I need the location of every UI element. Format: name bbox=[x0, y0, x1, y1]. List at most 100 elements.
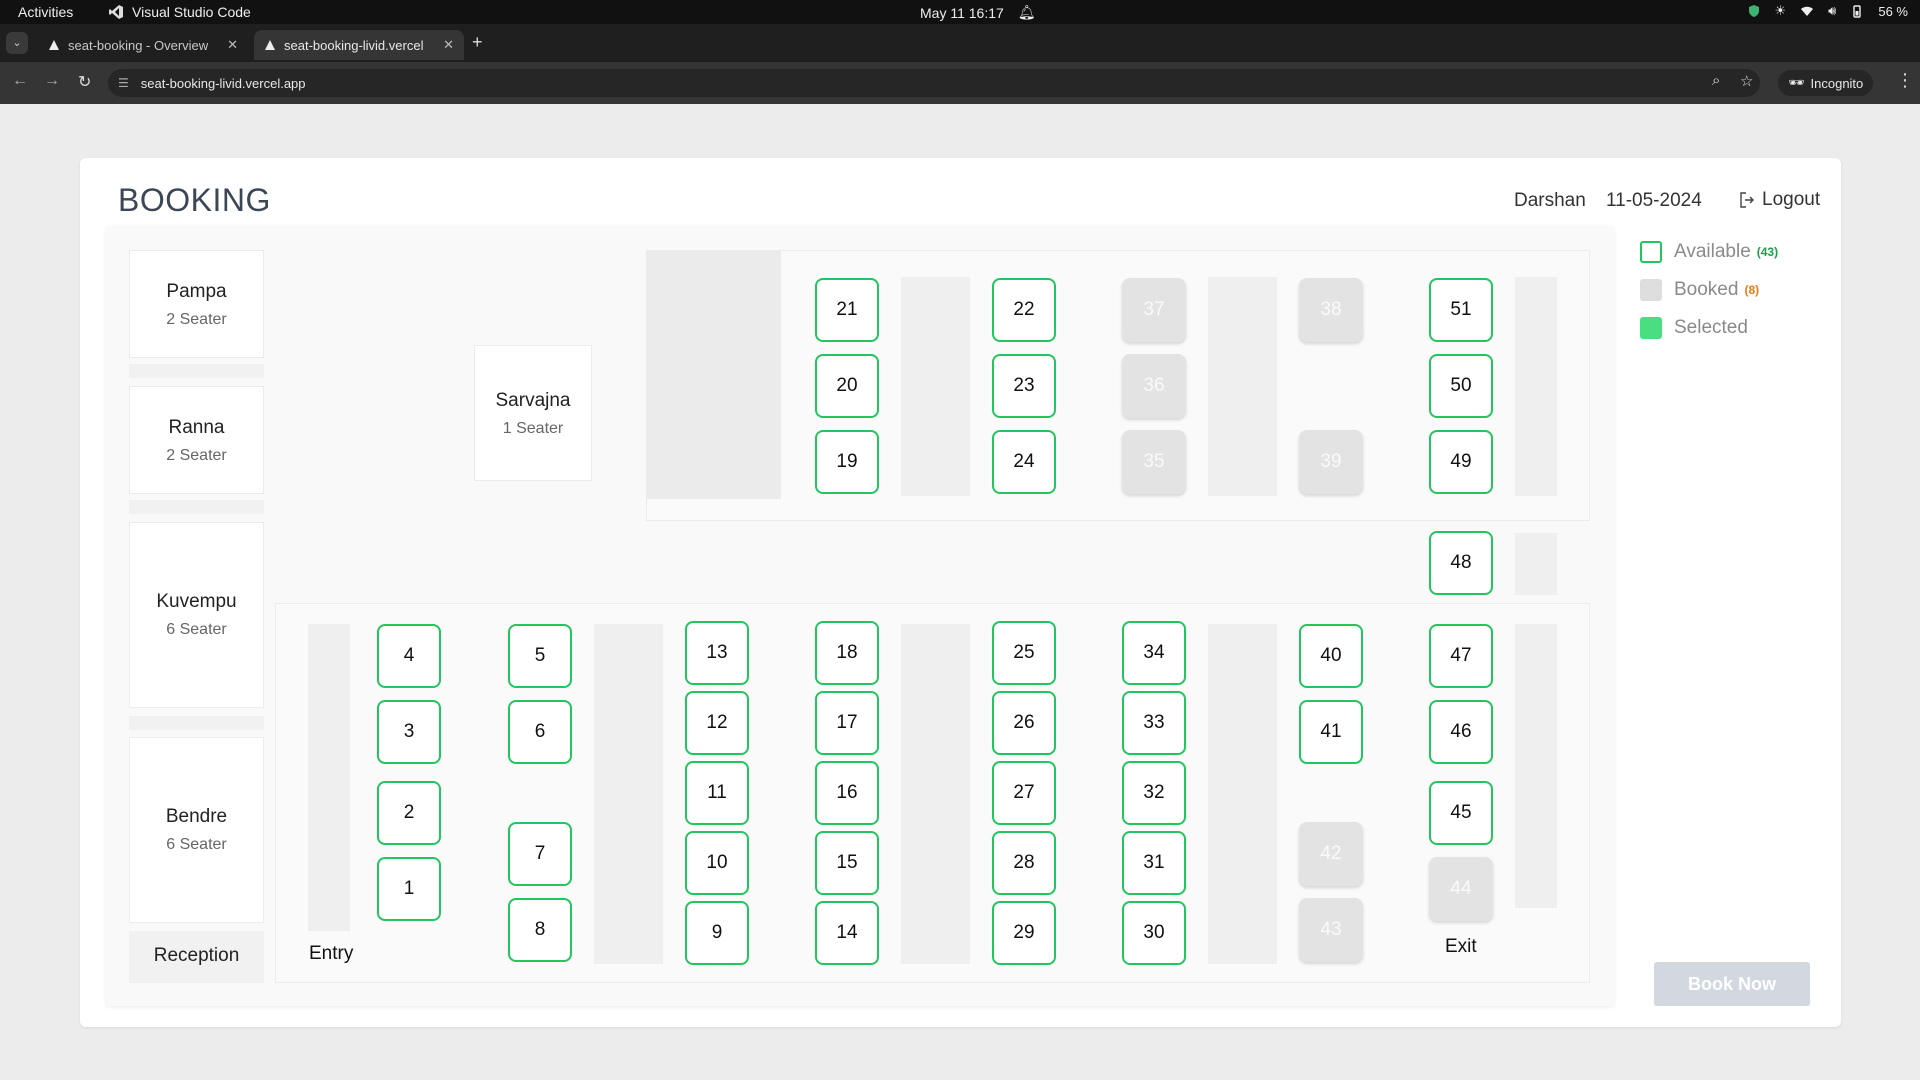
desk-strip bbox=[901, 624, 970, 964]
seat-27[interactable]: 27 bbox=[992, 761, 1056, 825]
tab-title: seat-booking-livid.vercel bbox=[284, 37, 424, 53]
zoom-icon[interactable]: ⌕ bbox=[1712, 72, 1720, 89]
seat-45[interactable]: 45 bbox=[1429, 781, 1493, 845]
seat-19[interactable]: 19 bbox=[815, 430, 879, 494]
room-kuvempu[interactable]: Kuvempu 6 Seater bbox=[129, 522, 264, 708]
seat-25[interactable]: 25 bbox=[992, 621, 1056, 685]
seat-46[interactable]: 46 bbox=[1429, 700, 1493, 764]
seat-13[interactable]: 13 bbox=[685, 621, 749, 685]
forward-arrow-icon[interactable]: → bbox=[44, 72, 60, 90]
seat-21[interactable]: 21 bbox=[815, 278, 879, 342]
tab-overview[interactable]: seat-booking - Overview ✕ bbox=[38, 30, 248, 60]
browser-menu-icon[interactable]: ⋮ bbox=[1896, 70, 1914, 91]
battery-level: 56 % bbox=[1878, 3, 1908, 19]
seat-47[interactable]: 47 bbox=[1429, 624, 1493, 688]
vercel-icon bbox=[265, 40, 275, 50]
booking-date[interactable]: 11-05-2024 bbox=[1606, 190, 1702, 212]
seat-33[interactable]: 33 bbox=[1122, 691, 1186, 755]
brightness-icon: ☀ bbox=[1774, 3, 1787, 18]
seat-16[interactable]: 16 bbox=[815, 761, 879, 825]
navigation-bar: ← → ↻ ☰ seat-booking-livid.vercel.app ⌕ … bbox=[0, 62, 1920, 104]
legend-booked: Booked (8) bbox=[1640, 279, 1759, 301]
seat-38: 38 bbox=[1299, 278, 1363, 342]
reload-icon[interactable]: ↻ bbox=[78, 72, 91, 92]
clock[interactable]: May 11 16:17 🔔︎ bbox=[920, 4, 1036, 21]
desk-strip bbox=[901, 277, 970, 496]
booked-swatch bbox=[1640, 279, 1662, 301]
seat-24[interactable]: 24 bbox=[992, 430, 1056, 494]
seat-8[interactable]: 8 bbox=[508, 898, 572, 962]
room-pampa[interactable]: Pampa 2 Seater bbox=[129, 250, 264, 358]
room-capacity: 2 Seater bbox=[166, 447, 227, 464]
seat-30[interactable]: 30 bbox=[1122, 901, 1186, 965]
divider bbox=[129, 716, 264, 730]
incognito-label: Incognito bbox=[1810, 75, 1864, 91]
reception: Reception bbox=[129, 931, 264, 983]
seat-4[interactable]: 4 bbox=[377, 624, 441, 688]
user-name: Darshan bbox=[1514, 190, 1586, 211]
exit-label: Exit bbox=[1445, 936, 1477, 957]
seat-28[interactable]: 28 bbox=[992, 831, 1056, 895]
active-app[interactable]: Visual Studio Code bbox=[108, 4, 251, 20]
seat-37: 37 bbox=[1122, 278, 1186, 342]
desk-strip bbox=[1208, 624, 1277, 964]
seat-11[interactable]: 11 bbox=[685, 761, 749, 825]
close-tab-icon[interactable]: ✕ bbox=[443, 37, 454, 53]
close-tab-icon[interactable]: ✕ bbox=[227, 37, 238, 53]
new-tab-plus-icon[interactable]: + bbox=[472, 32, 483, 53]
room-capacity: 6 Seater bbox=[166, 836, 227, 853]
seat-32[interactable]: 32 bbox=[1122, 761, 1186, 825]
room-bendre[interactable]: Bendre 6 Seater bbox=[129, 737, 264, 923]
seat-22[interactable]: 22 bbox=[992, 278, 1056, 342]
seat-2[interactable]: 2 bbox=[377, 781, 441, 845]
cabin-capacity: 1 Seater bbox=[502, 420, 564, 437]
seat-43: 43 bbox=[1299, 898, 1363, 962]
activities-button[interactable]: Activities bbox=[18, 4, 73, 20]
seat-14[interactable]: 14 bbox=[815, 901, 879, 965]
available-count: (43) bbox=[1756, 245, 1779, 259]
tab-seat-booking[interactable]: seat-booking-livid.vercel ✕ bbox=[254, 30, 464, 60]
seat-41[interactable]: 41 bbox=[1299, 700, 1363, 764]
seat-26[interactable]: 26 bbox=[992, 691, 1056, 755]
seat-44: 44 bbox=[1429, 857, 1493, 921]
seat-51[interactable]: 51 bbox=[1429, 278, 1493, 342]
seat-6[interactable]: 6 bbox=[508, 700, 572, 764]
seat-17[interactable]: 17 bbox=[815, 691, 879, 755]
seat-5[interactable]: 5 bbox=[508, 624, 572, 688]
battery-icon bbox=[1853, 5, 1862, 18]
seat-20[interactable]: 20 bbox=[815, 354, 879, 418]
tab-title: seat-booking - Overview bbox=[68, 37, 209, 53]
seat-3[interactable]: 3 bbox=[377, 700, 441, 764]
seat-40[interactable]: 40 bbox=[1299, 624, 1363, 688]
room-ranna[interactable]: Ranna 2 Seater bbox=[129, 386, 264, 494]
divider bbox=[129, 500, 264, 514]
seat-15[interactable]: 15 bbox=[815, 831, 879, 895]
incognito-badge[interactable]: 🕶︎ Incognito bbox=[1778, 70, 1874, 96]
seat-49[interactable]: 49 bbox=[1429, 430, 1493, 494]
seat-50[interactable]: 50 bbox=[1429, 354, 1493, 418]
back-arrow-icon[interactable]: ← bbox=[12, 72, 28, 90]
seat-10[interactable]: 10 bbox=[685, 831, 749, 895]
url-text: seat-booking-livid.vercel.app bbox=[140, 75, 306, 91]
room-name: Kuvempu bbox=[156, 591, 237, 612]
seat-48[interactable]: 48 bbox=[1429, 531, 1493, 595]
seat-29[interactable]: 29 bbox=[992, 901, 1056, 965]
tab-list-chevron-icon[interactable]: ⌄ bbox=[6, 32, 28, 54]
seat-9[interactable]: 9 bbox=[685, 901, 749, 965]
seat-39: 39 bbox=[1299, 430, 1363, 494]
cabin-sarvajna[interactable]: Sarvajna 1 Seater bbox=[474, 345, 592, 481]
seat-1[interactable]: 1 bbox=[377, 857, 441, 921]
seat-12[interactable]: 12 bbox=[685, 691, 749, 755]
seat-23[interactable]: 23 bbox=[992, 354, 1056, 418]
seat-34[interactable]: 34 bbox=[1122, 621, 1186, 685]
book-now-button[interactable]: Book Now bbox=[1654, 962, 1810, 1006]
seat-7[interactable]: 7 bbox=[508, 822, 572, 886]
seat-18[interactable]: 18 bbox=[815, 621, 879, 685]
address-bar[interactable]: ☰ seat-booking-livid.vercel.app bbox=[108, 69, 1760, 97]
logout-button[interactable]: Logout bbox=[1738, 189, 1820, 211]
legend-selected: Selected bbox=[1640, 317, 1748, 339]
bookmark-star-icon[interactable]: ☆ bbox=[1740, 72, 1753, 90]
seat-31[interactable]: 31 bbox=[1122, 831, 1186, 895]
site-settings-icon[interactable]: ☰ bbox=[118, 76, 129, 90]
system-tray[interactable]: ☀ 🔊︎ 56 % bbox=[1747, 3, 1908, 19]
